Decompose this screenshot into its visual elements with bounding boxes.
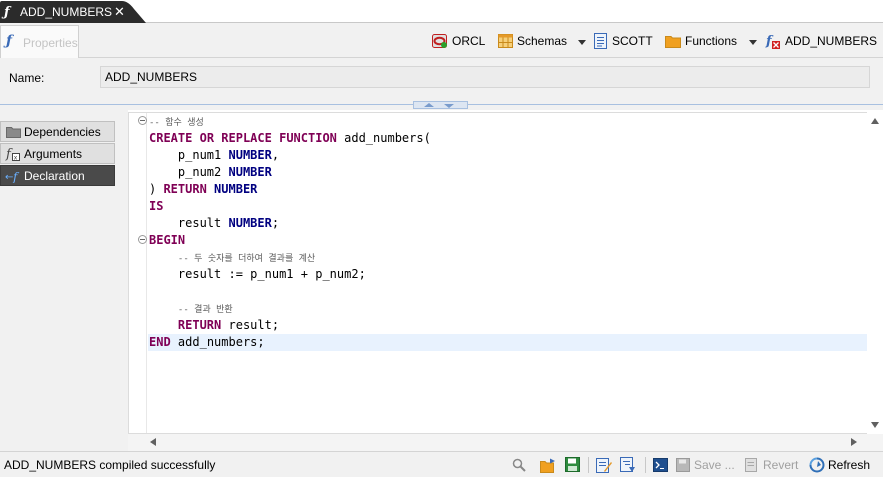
object-button[interactable]: f ADD_NUMBERS	[765, 33, 877, 49]
schema-document-icon	[594, 33, 607, 49]
code-line: result := p_num1 + p_num2;	[177, 267, 366, 281]
collapse-up-icon	[424, 103, 434, 107]
horizontal-scrollbar[interactable]	[128, 434, 867, 451]
save-disk-icon	[565, 457, 580, 472]
scroll-up-icon[interactable]	[871, 118, 879, 124]
revert-icon	[745, 457, 757, 472]
scroll-right-icon[interactable]	[851, 438, 857, 446]
tab-arguments[interactable]: f x Arguments	[0, 143, 115, 164]
function-arguments-icon: f x	[5, 146, 21, 162]
oracle-connection-icon	[432, 34, 447, 48]
editor-tab-add-numbers[interactable]: ƒ ADD_NUMBERS ✕	[0, 1, 152, 23]
refresh-label: Refresh	[828, 458, 871, 472]
open-folder-icon	[540, 458, 555, 473]
edit-document-icon	[596, 458, 612, 473]
scroll-down-icon[interactable]	[871, 422, 879, 428]
editor-tab-label: ADD_NUMBERS	[20, 5, 113, 19]
schemas-label: Schemas	[517, 34, 568, 48]
code-line: result NUMBER;	[177, 216, 280, 230]
schema-label: SCOTT	[612, 34, 653, 48]
schemas-dropdown-icon[interactable]	[578, 40, 586, 45]
scroll-corner	[867, 434, 883, 451]
svg-text:f: f	[12, 170, 20, 183]
object-label: ADD_NUMBERS	[785, 34, 878, 48]
open-file-button[interactable]	[540, 456, 557, 474]
toolbar-separator	[588, 457, 589, 473]
name-field[interactable]: ADD_NUMBERS	[100, 66, 870, 88]
save-to-file-button[interactable]	[565, 456, 581, 474]
console-icon	[653, 457, 668, 472]
function-icon: ƒ	[6, 33, 13, 49]
functions-label: Functions	[685, 34, 738, 48]
code-line: p_num2 NUMBER	[177, 165, 272, 179]
fold-toggle-icon[interactable]	[138, 116, 147, 125]
vertical-scrollbar[interactable]	[867, 112, 883, 434]
toolbar-separator	[645, 457, 646, 473]
function-error-icon: f	[765, 34, 780, 49]
expand-down-icon	[444, 104, 454, 108]
scroll-left-icon[interactable]	[150, 438, 156, 446]
refresh-icon	[809, 457, 825, 473]
schemas-button[interactable]: Schemas	[498, 33, 567, 49]
tab-arguments-label: Arguments	[24, 146, 83, 161]
folder-icon	[665, 36, 681, 48]
tab-declaration-label: Declaration	[24, 168, 85, 183]
panel-sash	[0, 100, 883, 110]
edit-button[interactable]	[596, 456, 612, 474]
search-icon	[512, 458, 526, 472]
tab-dependencies[interactable]: Dependencies	[0, 121, 115, 142]
connection-button[interactable]: ORCL	[432, 33, 485, 49]
object-toolbar-bar: ƒ Properties ORCL Schemas SCOTT Function…	[0, 23, 883, 58]
folder-icon	[5, 126, 21, 138]
code-line: END add_numbers;	[148, 334, 867, 351]
schema-button[interactable]: SCOTT	[594, 33, 653, 49]
save-icon	[676, 457, 690, 472]
code-line: -- 두 숫자를 더하여 결과를 계산	[177, 254, 316, 264]
close-icon[interactable]: ✕	[114, 4, 125, 20]
tab-declaration[interactable]: ← f Declaration	[0, 165, 115, 186]
code-line: -- 결과 반환	[177, 305, 233, 315]
name-row: Name: ADD_NUMBERS	[0, 58, 883, 100]
code-line: IS	[149, 199, 164, 213]
fold-toggle-icon[interactable]	[138, 235, 147, 244]
name-label: Name:	[9, 71, 45, 85]
tab-dependencies-label: Dependencies	[24, 124, 101, 139]
editor-gutter	[129, 113, 147, 433]
code-line: RETURN result;	[177, 318, 280, 332]
code-line: p_num1 NUMBER,	[177, 148, 280, 162]
functions-button[interactable]: Functions	[665, 33, 737, 49]
tab-properties[interactable]: ƒ Properties	[0, 25, 79, 58]
sash-toggle-button[interactable]	[413, 101, 468, 109]
code-line: CREATE OR REPLACE FUNCTION add_numbers(	[149, 131, 431, 145]
declaration-icon: ← f	[5, 169, 21, 183]
code-line: ) RETURN NUMBER	[149, 182, 258, 196]
format-document-icon	[620, 457, 635, 472]
connection-label: ORCL	[452, 34, 486, 48]
status-message: ADD_NUMBERS compiled successfully	[4, 458, 216, 472]
status-bar: ADD_NUMBERS compiled successfully Save .…	[0, 451, 883, 477]
editor-tab-strip: ƒ ADD_NUMBERS ✕	[0, 0, 883, 23]
tab-properties-label: Properties	[23, 36, 78, 50]
svg-text:x: x	[14, 154, 18, 161]
save-label: Save ...	[694, 458, 735, 472]
function-icon: ƒ	[4, 5, 10, 20]
revert-button[interactable]: Revert	[745, 456, 798, 474]
console-button[interactable]	[653, 456, 669, 474]
functions-dropdown-icon[interactable]	[749, 40, 757, 45]
schemas-table-icon	[498, 34, 513, 48]
code-line: -- 함수 생성	[149, 118, 204, 128]
section-tabs-panel: Dependencies f x Arguments ← f Declarati…	[0, 110, 128, 451]
format-button[interactable]	[620, 456, 636, 474]
revert-label: Revert	[763, 458, 799, 472]
refresh-button[interactable]: Refresh	[809, 456, 870, 474]
save-button[interactable]: Save ...	[676, 456, 735, 474]
search-button[interactable]	[512, 456, 526, 474]
code-line: BEGIN	[149, 233, 186, 247]
sql-editor[interactable]: -- 함수 생성 CREATE OR REPLACE FUNCTION add_n…	[128, 112, 867, 434]
svg-text:f: f	[5, 147, 13, 162]
